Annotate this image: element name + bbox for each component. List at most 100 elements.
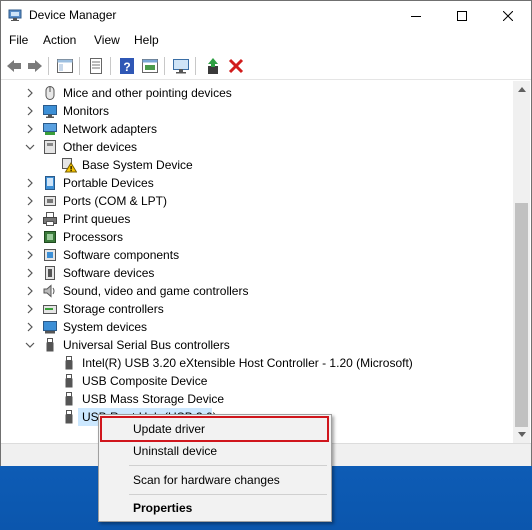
tree-item-label: Network adapters bbox=[63, 122, 158, 136]
close-icon bbox=[503, 10, 513, 21]
tree-item-label: Monitors bbox=[63, 104, 110, 118]
chevron-right-icon[interactable] bbox=[25, 123, 35, 135]
back-arrow-icon[interactable] bbox=[5, 57, 23, 75]
chevron-down-icon[interactable] bbox=[25, 141, 35, 153]
toolbar: ? bbox=[1, 52, 531, 80]
usb-icon bbox=[61, 355, 77, 371]
device-manager-app-icon bbox=[8, 8, 22, 22]
menu-file[interactable]: File bbox=[9, 33, 28, 47]
menu-help[interactable]: Help bbox=[134, 33, 159, 47]
tree-row[interactable]: Portable Devices bbox=[1, 174, 513, 192]
tree-item-label: Other devices bbox=[63, 140, 138, 154]
scrollbar-thumb[interactable] bbox=[515, 203, 528, 427]
chevron-down-icon[interactable] bbox=[25, 339, 35, 351]
tree-row[interactable]: Base System Device bbox=[1, 156, 513, 174]
chevron-right-icon[interactable] bbox=[25, 303, 35, 315]
chevron-right-icon[interactable] bbox=[25, 213, 35, 225]
tree-item-label: Processors bbox=[63, 230, 124, 244]
usb-icon bbox=[61, 391, 77, 407]
vertical-scrollbar[interactable] bbox=[513, 81, 530, 443]
tree-row[interactable]: USB Mass Storage Device bbox=[1, 390, 513, 408]
minimize-icon bbox=[411, 11, 421, 21]
tree-row[interactable]: Other devices bbox=[1, 138, 513, 156]
properties-icon[interactable] bbox=[87, 57, 105, 75]
tree-item-label: Print queues bbox=[63, 212, 131, 226]
scroll-down-icon[interactable] bbox=[513, 426, 530, 443]
toolbar-separator bbox=[79, 57, 80, 75]
tree-row[interactable]: Universal Serial Bus controllers bbox=[1, 336, 513, 354]
port-icon bbox=[42, 193, 58, 209]
tree-item-label: Software devices bbox=[63, 266, 155, 280]
tree-row[interactable]: Processors bbox=[1, 228, 513, 246]
ctx-scan-hardware[interactable]: Scan for hardware changes bbox=[99, 469, 331, 491]
tree-item-label: Sound, video and game controllers bbox=[63, 284, 249, 298]
portable-device-icon bbox=[42, 175, 58, 191]
tree-row[interactable]: Print queues bbox=[1, 210, 513, 228]
ctx-separator bbox=[129, 465, 327, 466]
tree-row[interactable]: Ports (COM & LPT) bbox=[1, 192, 513, 210]
warning-device-icon bbox=[61, 157, 78, 173]
usb-icon bbox=[42, 337, 58, 353]
forward-arrow-icon[interactable] bbox=[26, 57, 44, 75]
chevron-right-icon[interactable] bbox=[25, 195, 35, 207]
chevron-right-icon[interactable] bbox=[25, 321, 35, 333]
tree-row[interactable]: Storage controllers bbox=[1, 300, 513, 318]
view-icon[interactable] bbox=[141, 57, 159, 75]
chevron-right-icon[interactable] bbox=[25, 249, 35, 261]
ctx-separator bbox=[129, 494, 327, 495]
window-title: Device Manager bbox=[29, 8, 117, 22]
scan-hardware-icon[interactable] bbox=[172, 57, 190, 75]
tree-item-label: USB Composite Device bbox=[82, 374, 208, 388]
ctx-scan-hardware-label: Scan for hardware changes bbox=[133, 473, 280, 487]
toolbar-separator bbox=[48, 57, 49, 75]
ctx-uninstall-device[interactable]: Uninstall device bbox=[99, 440, 331, 462]
tree-item-label: Intel(R) USB 3.20 eXtensible Host Contro… bbox=[82, 356, 413, 370]
tree-item-label: Base System Device bbox=[82, 158, 193, 172]
other-devices-icon bbox=[42, 139, 58, 155]
chevron-right-icon[interactable] bbox=[25, 177, 35, 189]
tree-row[interactable]: Network adapters bbox=[1, 120, 513, 138]
chevron-right-icon[interactable] bbox=[25, 231, 35, 243]
mouse-icon bbox=[42, 85, 58, 101]
help-icon[interactable]: ? bbox=[118, 57, 136, 75]
update-driver-icon[interactable] bbox=[204, 57, 222, 75]
tree-row[interactable]: Intel(R) USB 3.20 eXtensible Host Contro… bbox=[1, 354, 513, 372]
tree-row[interactable]: Software devices bbox=[1, 264, 513, 282]
minimize-button[interactable] bbox=[393, 1, 439, 30]
maximize-icon bbox=[457, 10, 467, 21]
chevron-right-icon[interactable] bbox=[25, 267, 35, 279]
menu-view[interactable]: View bbox=[94, 33, 120, 47]
tree-item-label: Portable Devices bbox=[63, 176, 154, 190]
toolbar-separator bbox=[195, 57, 196, 75]
ctx-properties[interactable]: Properties bbox=[99, 497, 331, 519]
ctx-uninstall-device-label: Uninstall device bbox=[133, 444, 218, 458]
chevron-right-icon[interactable] bbox=[25, 285, 35, 297]
toolbar-separator bbox=[110, 57, 111, 75]
tree-item-label: System devices bbox=[63, 320, 148, 334]
show-hide-tree-icon[interactable] bbox=[56, 57, 74, 75]
usb-icon bbox=[61, 373, 77, 389]
tree-item-label: Storage controllers bbox=[63, 302, 164, 316]
toolbar-separator bbox=[164, 57, 165, 75]
storage-icon bbox=[42, 301, 58, 317]
speaker-icon bbox=[42, 283, 58, 299]
tree-row[interactable]: Sound, video and game controllers bbox=[1, 282, 513, 300]
chevron-right-icon[interactable] bbox=[25, 87, 35, 99]
close-button[interactable] bbox=[485, 1, 531, 30]
tree-row[interactable]: Software components bbox=[1, 246, 513, 264]
tree-row[interactable]: System devices bbox=[1, 318, 513, 336]
tree-item-label: USB Mass Storage Device bbox=[82, 392, 225, 406]
scroll-up-icon[interactable] bbox=[513, 81, 530, 98]
tree-row[interactable]: Monitors bbox=[1, 102, 513, 120]
tree-row[interactable]: USB Composite Device bbox=[1, 372, 513, 390]
chevron-right-icon[interactable] bbox=[25, 105, 35, 117]
tree-row[interactable]: Mice and other pointing devices bbox=[1, 84, 513, 102]
svg-text:?: ? bbox=[123, 60, 130, 74]
maximize-button[interactable] bbox=[439, 1, 485, 30]
device-tree: Mice and other pointing devices Monitors N… bbox=[1, 81, 513, 465]
processor-icon bbox=[42, 229, 58, 245]
tree-item-label: Software components bbox=[63, 248, 180, 262]
uninstall-device-icon[interactable] bbox=[227, 57, 245, 75]
update-driver-highlight bbox=[100, 416, 329, 442]
menu-action[interactable]: Action bbox=[43, 33, 76, 47]
